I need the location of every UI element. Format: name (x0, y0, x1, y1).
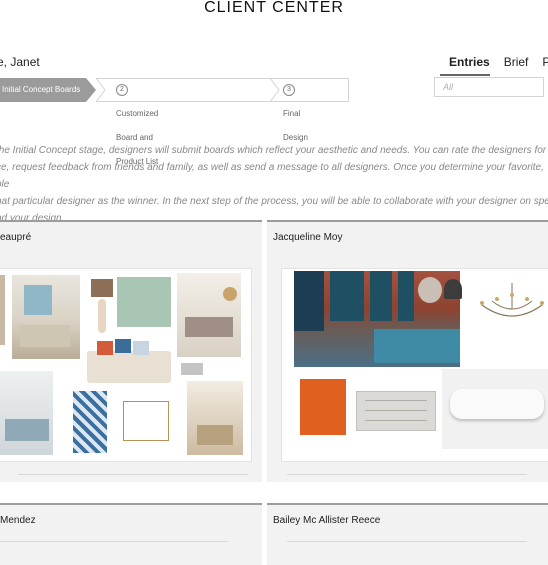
step-separator-chevron (270, 78, 280, 102)
throw-blanket-image (300, 379, 346, 435)
bedroom-photo (12, 275, 80, 359)
tab-entries[interactable]: Entries (449, 55, 490, 69)
designer-name: Mendez (0, 515, 36, 526)
bedroom-photo (294, 271, 460, 367)
bedroom-photo-2 (0, 371, 53, 455)
designer-name: eaupré (0, 232, 32, 243)
designer-name: Jacqueline Moy (273, 232, 343, 243)
filter-input[interactable] (434, 77, 544, 97)
step-separator-chevron (96, 78, 106, 102)
chandelier-image (472, 283, 548, 335)
intro-line: the Initial Concept stage, designers wil… (0, 145, 547, 156)
concept-board-image[interactable] (0, 268, 252, 462)
step-label: Final Design (283, 109, 308, 142)
designer-name: Bailey Mc Allister Reece (273, 515, 381, 526)
curtains-image (117, 277, 171, 327)
designer-card[interactable]: Bailey Mc Allister Reece (267, 503, 548, 565)
card-divider (287, 541, 527, 542)
card-divider (287, 474, 527, 475)
step-final-design[interactable]: 3 Final Design (283, 78, 308, 142)
step-arrow (86, 78, 96, 102)
step-number-2: 2 (116, 83, 128, 96)
step-customized-board[interactable]: 2Customized Board and Product List (116, 78, 158, 166)
step-number-3: 3 (283, 83, 295, 96)
designer-card[interactable]: eaupré (0, 220, 262, 482)
sofa-image (87, 337, 171, 383)
designer-card[interactable]: Jacqueline Moy (267, 220, 548, 482)
reading-nook-photo (187, 381, 243, 455)
intro-text: the Initial Concept stage, designers wil… (0, 142, 548, 227)
entry-tabs: Entries Brief P (449, 55, 548, 69)
tab-p[interactable]: P (542, 55, 548, 69)
intro-line: ce, request feedback from friends and fa… (0, 162, 544, 190)
stool-image (181, 363, 203, 375)
designer-card[interactable]: Mendez (0, 503, 262, 565)
chaise-lounge-image (442, 369, 548, 449)
card-divider (18, 474, 248, 475)
user-name: e, Janet (0, 55, 40, 69)
concept-board-image[interactable] (281, 268, 548, 462)
step-initial-concept[interactable]: Initial Concept Boards (0, 78, 86, 102)
swatch-image (0, 275, 5, 345)
lamp-image (91, 279, 113, 335)
page-title: CLIENT CENTER (204, 0, 344, 16)
active-tab-indicator (440, 74, 490, 76)
dresser-image (356, 391, 436, 431)
chandelier-icon (480, 283, 544, 317)
card-divider (0, 541, 228, 542)
living-room-photo (177, 273, 241, 357)
tab-brief[interactable]: Brief (504, 55, 529, 69)
side-table-image (123, 401, 169, 441)
rug-image (73, 391, 107, 453)
intro-line: hat particular designer as the winner. I… (0, 196, 548, 207)
pendant-light-image (444, 273, 462, 299)
